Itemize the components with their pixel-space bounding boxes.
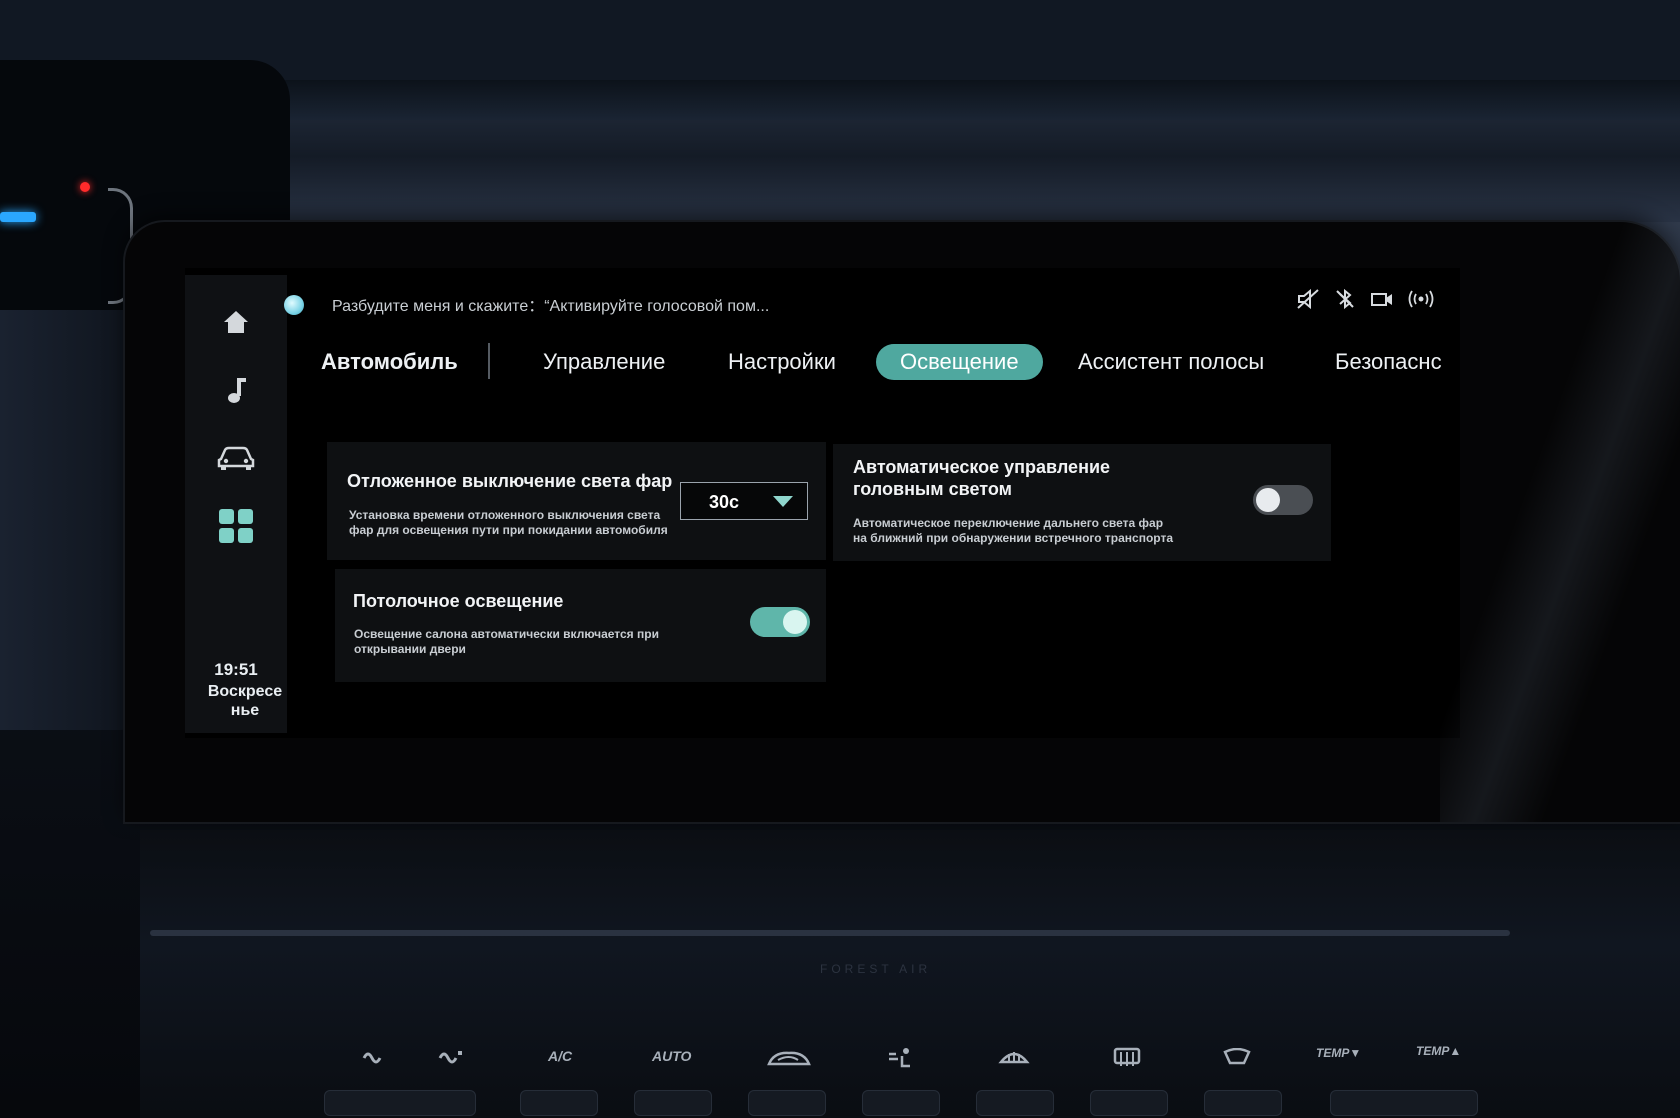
delayed-off-desc-line2: фар для освещения пути при покидании авт…: [349, 523, 668, 537]
airflow-icon[interactable]: [886, 1046, 916, 1068]
physical-button[interactable]: [976, 1090, 1054, 1116]
car-icon[interactable]: [185, 435, 287, 481]
tab-lighting[interactable]: Освещение: [876, 344, 1043, 380]
delay-time-value: 30с: [709, 492, 740, 512]
ceiling-light-toggle[interactable]: [750, 607, 810, 637]
fan-down-icon[interactable]: [360, 1048, 386, 1068]
ceiling-light-desc: Освещение салона автоматически включаетс…: [354, 627, 659, 657]
physical-button[interactable]: [324, 1090, 476, 1116]
voice-assistant-prompt[interactable]: Разбудите меня и скажите：“Активируйте го…: [332, 292, 769, 316]
ceiling-light-desc-line1: Освещение салона автоматически включаетс…: [354, 627, 659, 641]
physical-button[interactable]: [748, 1090, 826, 1116]
auto-button-label[interactable]: AUTO: [652, 1048, 691, 1064]
auto-headlight-title-line2: головным светом: [853, 479, 1012, 499]
ceiling-light-card: Потолочное освещение Освещение салона ав…: [335, 569, 826, 682]
music-icon[interactable]: [185, 367, 287, 413]
delay-time-dropdown[interactable]: 30с: [680, 482, 808, 520]
console-brand: FOREST AIR: [820, 962, 932, 976]
bluetooth-off-icon: [1336, 288, 1354, 310]
tab-safety[interactable]: Безопаснс: [1335, 344, 1442, 380]
temp-down-button-label[interactable]: TEMP▼: [1316, 1046, 1361, 1060]
physical-button[interactable]: [862, 1090, 940, 1116]
toggle-knob: [1256, 488, 1280, 512]
ac-button-label[interactable]: A/C: [548, 1048, 572, 1064]
delayed-off-title: Отложенное выключение света фар: [347, 471, 673, 491]
signal-icon: [1408, 290, 1434, 308]
cluster-red-light: [80, 182, 90, 192]
tab-lane-assistant[interactable]: Ассистент полосы: [1078, 344, 1264, 380]
physical-button[interactable]: [1330, 1090, 1478, 1116]
physical-button[interactable]: [1090, 1090, 1168, 1116]
tab-control[interactable]: Управление: [543, 344, 665, 380]
toggle-knob: [783, 610, 807, 634]
physical-button[interactable]: [1204, 1090, 1282, 1116]
clock-day-line1: Воскресе: [207, 683, 283, 700]
ceiling-light-title: Потолочное освещение: [353, 591, 564, 611]
cluster-blue-light: [0, 212, 36, 222]
chevron-down-icon: [773, 496, 793, 507]
delayed-off-desc: Установка времени отложенного выключения…: [349, 508, 668, 538]
rear-defrost-icon[interactable]: [1112, 1046, 1142, 1068]
physical-button[interactable]: [634, 1090, 712, 1116]
fan-up-icon[interactable]: [436, 1048, 464, 1068]
tab-separator: [488, 343, 490, 379]
delayed-off-desc-line1: Установка времени отложенного выключения…: [349, 508, 661, 522]
auto-headlight-desc-line1: Автоматическое переключение дальнего све…: [853, 516, 1164, 530]
front-defrost-icon[interactable]: [998, 1048, 1030, 1068]
recirculation-icon[interactable]: [766, 1050, 812, 1068]
camera-icon: [1371, 293, 1392, 306]
auto-headlight-card: Автоматическое управление головным свето…: [833, 444, 1331, 561]
clock-day-line2: нье: [230, 702, 260, 719]
console-trim: [150, 930, 1510, 936]
voice-assistant-icon[interactable]: [284, 295, 304, 315]
auto-headlight-desc-line2: на ближний при обнаружении встречного тр…: [853, 531, 1174, 545]
auto-headlight-toggle[interactable]: [1253, 485, 1313, 515]
auto-headlight-desc: Автоматическое переключение дальнего све…: [853, 516, 1173, 546]
status-icons: [1296, 288, 1434, 310]
clock-day: Воскресе нье: [195, 682, 295, 720]
tab-settings[interactable]: Настройки: [728, 344, 836, 380]
physical-button[interactable]: [520, 1090, 598, 1116]
home-icon[interactable]: [185, 299, 287, 345]
tab-automobile[interactable]: Автомобиль: [321, 344, 458, 380]
mute-icon: [1297, 288, 1319, 310]
clock-time: 19:51: [214, 660, 258, 679]
windshield-heat-icon[interactable]: [1222, 1048, 1252, 1066]
ceiling-light-desc-line2: открывании двери: [354, 642, 466, 656]
temp-up-button-label[interactable]: TEMP▲: [1416, 1044, 1461, 1058]
auto-headlight-title: Автоматическое управление головным свето…: [853, 456, 1110, 500]
auto-headlight-title-line1: Автоматическое управление: [853, 457, 1111, 477]
apps-grid-icon[interactable]: [185, 503, 287, 549]
